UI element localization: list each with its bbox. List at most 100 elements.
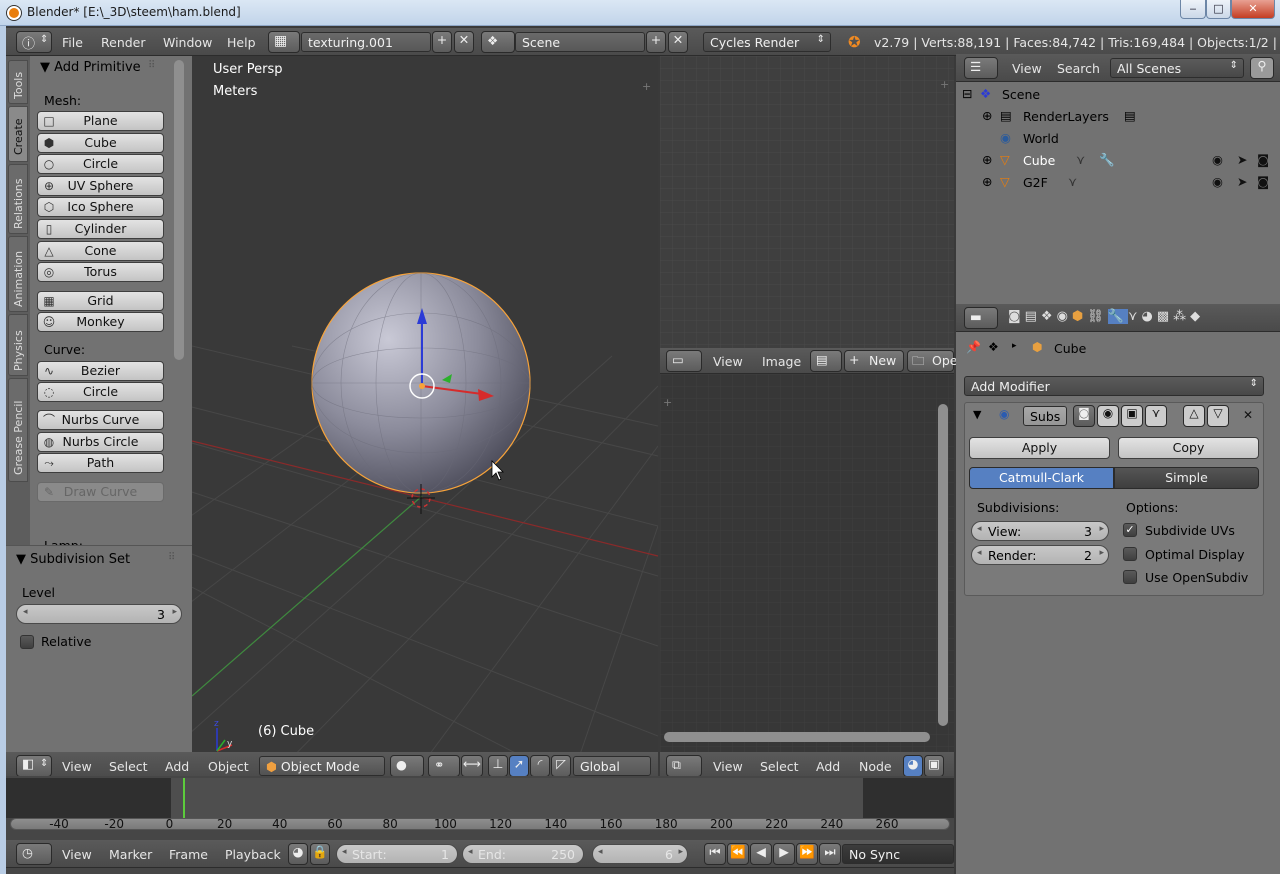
tab-create[interactable]: Create: [8, 106, 28, 162]
menu-help[interactable]: Help: [227, 35, 256, 50]
move-modifier-up-button[interactable]: △: [1183, 405, 1205, 427]
add-curve-circle-button[interactable]: ◌ Circle: [37, 382, 164, 402]
add-path-button[interactable]: ⤳ Path: [37, 453, 164, 473]
orientation-select[interactable]: Global: [573, 756, 651, 776]
start-frame-field[interactable]: ◂ Start: 1: [336, 844, 458, 864]
add-nurbs-curve-button[interactable]: ⌒ Nurbs Curve: [37, 410, 164, 430]
tab-tools[interactable]: Tools: [8, 60, 28, 104]
transform-manipulator-toggle[interactable]: ➚: [509, 755, 529, 777]
jump-keyframe-back-button[interactable]: ⏪: [727, 843, 749, 865]
visibility-eye-icon[interactable]: ◉: [1212, 174, 1223, 189]
current-frame-line[interactable]: [183, 778, 185, 818]
editor-type-timeline-button[interactable]: ◷: [16, 843, 52, 865]
shader-nodes-toggle[interactable]: ◕: [903, 755, 923, 777]
outliner-row-world[interactable]: ◉ World: [956, 128, 1280, 150]
add-layout-button[interactable]: +: [432, 31, 452, 53]
render-levels-slider[interactable]: ◂ Render: 2 ▸: [971, 545, 1109, 565]
renderability-camera-icon[interactable]: ◙: [1257, 174, 1269, 189]
collapse-arrow-icon[interactable]: ▼: [973, 408, 981, 421]
add-cone-button[interactable]: △ Cone: [37, 241, 164, 261]
apply-button[interactable]: Apply: [969, 437, 1110, 459]
remove-scene-button[interactable]: ✕: [668, 31, 688, 53]
selectability-cursor-icon[interactable]: ➤: [1237, 152, 1247, 167]
drag-handle-icon[interactable]: ⠿: [148, 60, 155, 71]
modifier-cage-toggle[interactable]: ⋎: [1145, 405, 1167, 427]
subdivide-uvs-checkbox[interactable]: ✓: [1123, 523, 1137, 537]
catmull-clark-toggle[interactable]: Catmull-Clark: [969, 467, 1114, 489]
3d-viewport[interactable]: z y User Persp Meters (6) Cube +: [192, 56, 658, 778]
add-torus-button[interactable]: ◎ Torus: [37, 262, 164, 282]
outliner-row-scene[interactable]: ⊟ ❖ Scene: [956, 84, 1280, 106]
play-reverse-button[interactable]: ◀: [750, 843, 772, 865]
menu-search[interactable]: Search: [1057, 61, 1100, 76]
relative-checkbox[interactable]: [20, 635, 34, 649]
menu-select[interactable]: Select: [109, 759, 148, 774]
tab-grease-pencil[interactable]: Grease Pencil: [8, 378, 28, 482]
menu-view[interactable]: View: [713, 759, 743, 774]
play-button[interactable]: ▶: [773, 843, 795, 865]
simple-toggle[interactable]: Simple: [1114, 467, 1259, 489]
pin-icon[interactable]: 📌: [966, 340, 981, 354]
decrement-arrow-icon[interactable]: ◂: [23, 607, 28, 617]
view-levels-slider[interactable]: ◂ View: 3 ▸: [971, 521, 1109, 541]
copy-button[interactable]: Copy: [1118, 437, 1259, 459]
viewport-shading-select[interactable]: ●: [390, 755, 424, 777]
scale-manipulator-toggle[interactable]: ◸: [551, 755, 571, 777]
add-scene-button[interactable]: +: [646, 31, 666, 53]
outliner-row-g2f[interactable]: ⊕ ▽ G2F ⋎ ◉ ➤ ◙: [956, 172, 1280, 194]
search-icon[interactable]: ⚲: [1250, 57, 1274, 79]
manipulator-toggle[interactable]: ⟷: [461, 755, 483, 777]
render-engine-select[interactable]: Cycles Render ⇕: [703, 32, 831, 52]
increment-arrow-icon[interactable]: ▸: [1099, 548, 1104, 558]
operator-panel-header[interactable]: ▼ Subdivision Set: [16, 552, 130, 567]
sync-mode-select[interactable]: No Sync: [842, 844, 954, 864]
menu-view[interactable]: View: [62, 847, 92, 862]
scene-field[interactable]: Scene: [515, 32, 645, 52]
node-vertical-scrollbar[interactable]: [938, 404, 948, 726]
menu-marker[interactable]: Marker: [109, 847, 152, 862]
browse-image-button[interactable]: ▤: [810, 350, 842, 372]
remove-layout-button[interactable]: ✕: [454, 31, 474, 53]
modifier-editmode-toggle[interactable]: ▣: [1121, 405, 1143, 427]
maximize-button[interactable]: □: [1206, 0, 1231, 19]
menu-playback[interactable]: Playback: [225, 847, 281, 862]
menu-add[interactable]: Add: [816, 759, 840, 774]
node-editor[interactable]: +: [660, 374, 954, 752]
decrement-arrow-icon[interactable]: ◂: [977, 524, 982, 534]
tab-animation[interactable]: Animation: [8, 236, 28, 312]
screen-layout-icon-button[interactable]: ▦: [268, 31, 300, 53]
uv-image-editor[interactable]: +: [660, 56, 954, 350]
editor-type-properties-button[interactable]: ▬: [964, 307, 998, 329]
compositing-nodes-toggle[interactable]: ▣: [924, 755, 944, 777]
decrement-arrow-icon[interactable]: ◂: [342, 847, 347, 857]
add-nurbs-circle-button[interactable]: ◍ Nurbs Circle: [37, 432, 164, 452]
decrement-arrow-icon[interactable]: ◂: [977, 548, 982, 558]
increment-arrow-icon[interactable]: ▸: [1099, 524, 1104, 534]
jump-start-button[interactable]: ⏮: [704, 843, 726, 865]
remove-modifier-icon[interactable]: ✕: [1243, 408, 1253, 422]
new-image-button[interactable]: + New: [844, 350, 904, 372]
menu-file[interactable]: File: [62, 35, 83, 50]
close-button[interactable]: ✕: [1231, 0, 1275, 19]
editor-type-3d-view-button[interactable]: ◧ ⇕: [16, 755, 52, 777]
add-grid-button[interactable]: ▦ Grid: [37, 291, 164, 311]
tab-physics[interactable]: Physics: [8, 314, 28, 376]
drag-handle-icon[interactable]: ⠿: [168, 552, 175, 563]
increment-arrow-icon[interactable]: ▸: [678, 847, 683, 857]
corner-plus-icon[interactable]: +: [663, 396, 672, 409]
add-cube-button[interactable]: ⬢ Cube: [37, 133, 164, 153]
add-cylinder-button[interactable]: ▯ Cylinder: [37, 219, 164, 239]
modifier-name-field[interactable]: Subs: [1023, 406, 1067, 426]
menu-select[interactable]: Select: [760, 759, 799, 774]
menu-view[interactable]: View: [1012, 61, 1042, 76]
timeline-ruler-scrollbar[interactable]: -40 -20 0 20 40 60 80 100 120 140 160 180 200 220 240 2…: [10, 817, 950, 831]
decrement-arrow-icon[interactable]: ◂: [598, 847, 603, 857]
collapse-icon[interactable]: ⊟: [962, 86, 972, 101]
jump-end-button[interactable]: ⏭: [819, 843, 841, 865]
menu-render[interactable]: Render: [101, 35, 146, 50]
corner-plus-icon[interactable]: +: [940, 78, 949, 91]
outliner-row-cube[interactable]: ⊕ ▽ Cube ⋎ 🔧 ◉ ➤ ◙: [956, 150, 1280, 172]
add-circle-button[interactable]: ○ Circle: [37, 154, 164, 174]
minimize-button[interactable]: ‒: [1180, 0, 1206, 19]
menu-view[interactable]: View: [713, 354, 743, 369]
